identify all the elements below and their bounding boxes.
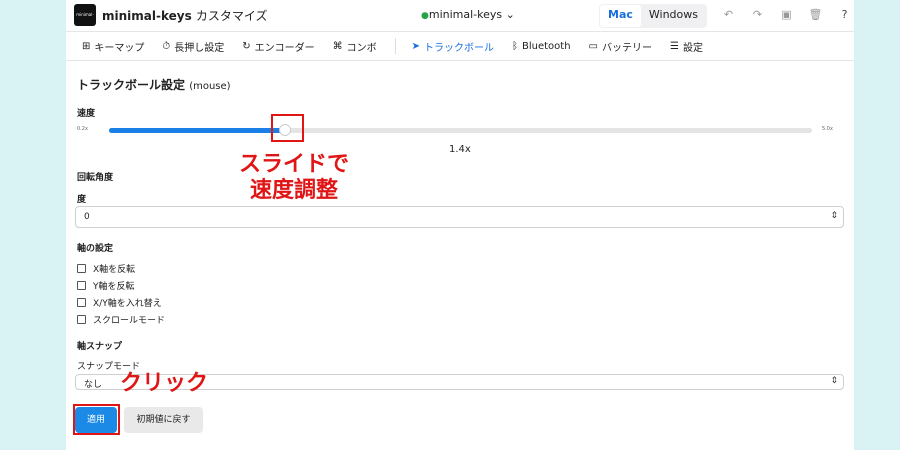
tab-trackball-label: トラックボール	[423, 42, 494, 54]
tab-keymap-label: キーマップ	[94, 42, 145, 54]
toolbar-icons: ↶ ↷ ▣ 🗑 ?	[714, 8, 859, 21]
chevron-down-icon: ⌄	[505, 8, 515, 21]
speed-min-label: 0.2x	[77, 126, 88, 132]
nav-divider	[394, 38, 396, 54]
scroll-mode-label: スクロールモード	[93, 316, 166, 326]
click-annotation: クリック	[119, 371, 208, 396]
os-mac-button[interactable]: Mac	[600, 5, 641, 27]
tab-combo-label: コンボ	[346, 42, 377, 54]
speed-slider-fill	[109, 128, 285, 133]
tab-combo[interactable]: ⌘ コンボ	[333, 39, 377, 54]
speed-label: 速度	[77, 109, 96, 119]
scroll-mode-checkbox[interactable]: スクロールモード	[77, 313, 165, 326]
tab-hold[interactable]: ⏱ 長押し設定	[162, 39, 224, 54]
device-name: minimal-keys	[428, 8, 503, 21]
app-window: minimal-keys minimal-keys カスタマイズ ●minima…	[66, 0, 854, 450]
checkbox-icon	[77, 264, 86, 273]
tab-bluetooth[interactable]: ᛒ Bluetooth	[512, 41, 571, 52]
combo-icon: ⌘	[332, 40, 343, 52]
speed-max-label: 5.0x	[822, 126, 833, 132]
page-title-sub: (mouse)	[189, 81, 231, 92]
invert-x-checkbox[interactable]: X軸を反転	[77, 262, 135, 275]
slider-highlight-box	[271, 114, 304, 142]
os-toggle: Mac Windows	[599, 4, 707, 28]
connected-dot-icon: ●	[421, 11, 429, 21]
stepper-icon: ⇕	[830, 211, 838, 221]
tab-encoder[interactable]: ↻ エンコーダー	[242, 39, 314, 54]
trash-icon[interactable]: 🗑	[801, 8, 830, 21]
keyboard-grid-icon: ⊞	[82, 40, 91, 52]
speed-slider[interactable]	[109, 124, 812, 136]
rotation-value: 0	[84, 212, 90, 222]
rotation-input[interactable]: 0 ⇕	[75, 206, 844, 228]
speed-value: 1.4x	[449, 144, 471, 155]
swap-xy-label: X/Y軸を入れ替え	[93, 299, 162, 309]
invert-y-label: Y軸を反転	[93, 282, 135, 292]
chevron-updown-icon: ⇕	[830, 376, 838, 386]
tab-encoder-label: エンコーダー	[254, 42, 315, 54]
app-title: minimal-keys カスタマイズ	[102, 7, 268, 24]
tab-trackball[interactable]: ➤ トラックボール	[412, 39, 494, 54]
timer-icon: ⏱	[162, 40, 171, 52]
save-icon[interactable]: ▣	[772, 8, 801, 21]
checkbox-icon	[77, 281, 86, 290]
bluetooth-icon: ᛒ	[511, 40, 518, 52]
tab-battery[interactable]: ▭ バッテリー	[589, 39, 652, 54]
tab-keymap[interactable]: ⊞ キーマップ	[82, 39, 144, 54]
rotate-icon: ↻	[242, 40, 251, 52]
tab-bluetooth-label: Bluetooth	[521, 40, 571, 52]
page-title: トラックボール設定 (mouse)	[77, 76, 231, 93]
help-icon[interactable]: ?	[830, 8, 859, 21]
invert-x-label: X軸を反転	[93, 265, 136, 275]
device-select[interactable]: ●minimal-keys ⌄	[421, 8, 515, 21]
redo-icon[interactable]: ↷	[743, 8, 772, 21]
top-bar: minimal-keys minimal-keys カスタマイズ ●minima…	[66, 0, 854, 32]
app-name: minimal-keys	[102, 9, 192, 23]
tab-settings-label: 設定	[682, 42, 703, 54]
slider-annotation: スライドで 速度調整	[229, 152, 359, 204]
battery-icon: ▭	[588, 40, 598, 52]
tab-battery-label: バッテリー	[601, 42, 652, 54]
invert-y-checkbox[interactable]: Y軸を反転	[77, 279, 135, 292]
checkbox-icon	[77, 315, 86, 324]
app-logo: minimal-keys	[74, 4, 96, 26]
rotation-label: 回転角度	[77, 173, 114, 183]
axis-label: 軸の設定	[77, 244, 114, 254]
slider-annotation-line2: 速度調整	[249, 178, 338, 203]
nav-bar: ⊞ キーマップ ⏱ 長押し設定 ↻ エンコーダー ⌘ コンボ ➤ トラックボール…	[66, 32, 854, 61]
pointer-icon: ➤	[411, 40, 420, 52]
rotation-unit-label: 度	[77, 195, 87, 205]
tab-settings[interactable]: ☰ 設定	[670, 39, 703, 54]
snap-mode-value: なし	[84, 380, 103, 390]
page-title-main: トラックボール設定	[77, 78, 186, 92]
os-windows-button[interactable]: Windows	[641, 5, 706, 27]
slider-annotation-line1: スライドで	[238, 152, 349, 177]
sliders-icon: ☰	[669, 40, 679, 52]
app-title-suffix: カスタマイズ	[195, 9, 268, 23]
snap-label: 軸スナップ	[77, 342, 123, 352]
checkbox-icon	[77, 298, 86, 307]
apply-highlight-box	[73, 404, 120, 435]
reset-button[interactable]: 初期値に戻す	[124, 407, 203, 433]
tab-hold-label: 長押し設定	[174, 42, 225, 54]
swap-xy-checkbox[interactable]: X/Y軸を入れ替え	[77, 296, 162, 309]
undo-icon[interactable]: ↶	[714, 8, 743, 21]
